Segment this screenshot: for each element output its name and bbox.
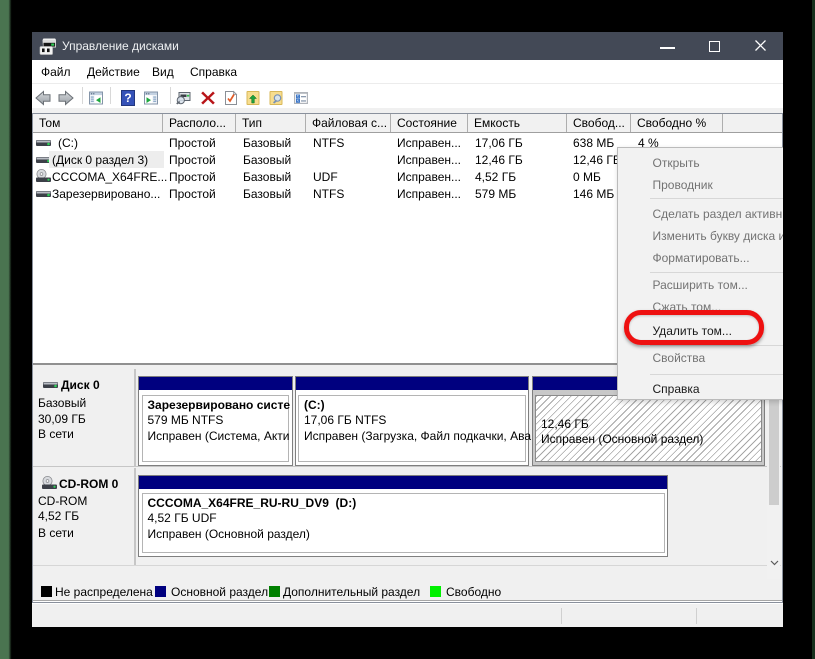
svg-text:?: ? bbox=[124, 91, 131, 105]
